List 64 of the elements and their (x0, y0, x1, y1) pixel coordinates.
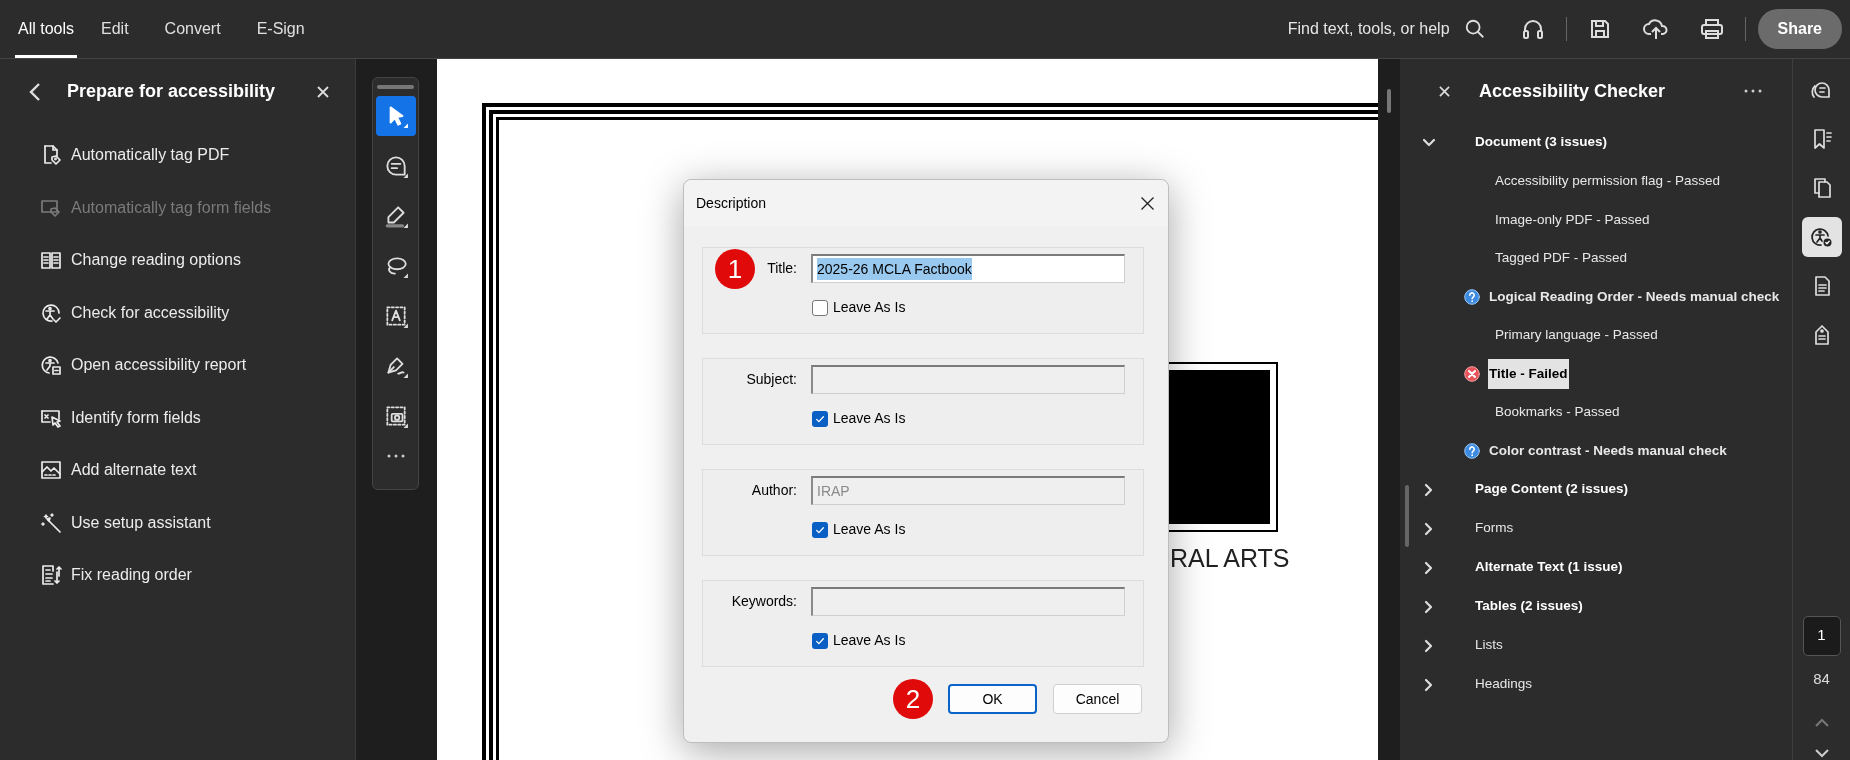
chevron-down-icon[interactable] (1814, 749, 1829, 758)
accessibility-icon (1809, 225, 1834, 249)
check-result[interactable]: Tagged PDF - Passed (1494, 248, 1629, 269)
category-label[interactable]: Headings (1475, 674, 1533, 695)
checkbox-label[interactable]: Leave As Is (833, 297, 906, 318)
menu-tab[interactable]: Edit (98, 0, 132, 58)
tool-item[interactable]: Open accessibility report (71, 353, 247, 378)
field-label: Title: (767, 259, 797, 278)
category-label[interactable]: Tables (2 issues) (1475, 596, 1583, 617)
tool-item: Automatically tag form fields (71, 197, 272, 218)
check-result[interactable]: Logical Reading Order - Needs manual check (1488, 286, 1781, 307)
tool-item[interactable]: Use setup assistant (71, 510, 211, 535)
field-label: Keywords: (731, 592, 797, 611)
check-result[interactable]: Title - Failed (1488, 358, 1569, 389)
panel-title: Accessibility Checker (1479, 79, 1666, 103)
tool-item[interactable]: Add alternate text (71, 458, 197, 483)
page-number-field[interactable]: 1 (1802, 615, 1841, 656)
category-label[interactable]: Document (3 issues) (1475, 132, 1608, 153)
tool-item[interactable]: Change reading options (71, 248, 241, 273)
tool-item[interactable]: Automatically tag PDF (71, 143, 230, 168)
page-count: 84 (1813, 668, 1830, 689)
dialog-button[interactable]: Cancel (1053, 684, 1142, 714)
category-label[interactable]: Lists (1475, 635, 1503, 656)
tool-button[interactable] (375, 96, 416, 136)
callout-badge: 1 (715, 249, 755, 289)
search-icon[interactable] (1463, 18, 1486, 40)
field-label: Subject: (746, 370, 797, 389)
close-icon[interactable] (1141, 196, 1154, 210)
check-result[interactable]: Color contrast - Needs manual check (1488, 440, 1728, 461)
more-icon[interactable] (386, 454, 405, 458)
tool-item[interactable]: Identify form fields (71, 405, 201, 430)
cloud-upload-icon[interactable] (1642, 17, 1669, 41)
rail-button[interactable] (1801, 217, 1842, 257)
category-label[interactable]: Alternate Text (1 issue) (1475, 557, 1623, 578)
reading-order-icon (39, 563, 63, 588)
text-field[interactable]: 2025-26 MCLA Factbook (811, 254, 1125, 283)
checkbox[interactable] (812, 299, 828, 316)
logo-caption: RAL ARTS (1170, 543, 1290, 574)
share-button[interactable]: Share (1757, 9, 1842, 49)
category-label[interactable]: Forms (1475, 518, 1514, 539)
category-label[interactable]: Page Content (2 issues) (1475, 479, 1629, 500)
magic-wand-icon (39, 510, 63, 535)
check-result[interactable]: Primary language - Passed (1494, 325, 1659, 346)
check-result[interactable]: Image-only PDF - Passed (1494, 209, 1651, 230)
dialog-title: Description (696, 193, 767, 213)
menu-tab[interactable]: Convert (161, 0, 224, 58)
callout-badge: 2 (893, 679, 933, 719)
scrollbar-thumb[interactable] (1405, 485, 1409, 547)
more-icon[interactable] (1744, 89, 1762, 93)
dialog-button[interactable]: OK (948, 684, 1037, 714)
toolbar-handle[interactable] (377, 85, 414, 89)
menu-tab[interactable]: E-Sign (253, 0, 308, 58)
search-field[interactable]: Find text, tools, or help (1287, 17, 1450, 41)
chevron-up-icon[interactable] (1814, 718, 1829, 727)
scrollbar-thumb[interactable] (1387, 89, 1391, 113)
printer-icon[interactable] (1698, 17, 1725, 41)
check-result[interactable]: Bookmarks - Passed (1494, 402, 1621, 423)
check-result[interactable]: Accessibility permission flag - Passed (1494, 171, 1722, 192)
panel-title: Prepare for accessibility (67, 80, 276, 103)
field-label: Author: (751, 481, 797, 500)
accessibility-report-icon (39, 353, 63, 378)
headphones-icon[interactable] (1520, 17, 1545, 41)
tool-item[interactable]: Check for accessibility (71, 300, 230, 325)
tool-item[interactable]: Fix reading order (71, 563, 192, 588)
